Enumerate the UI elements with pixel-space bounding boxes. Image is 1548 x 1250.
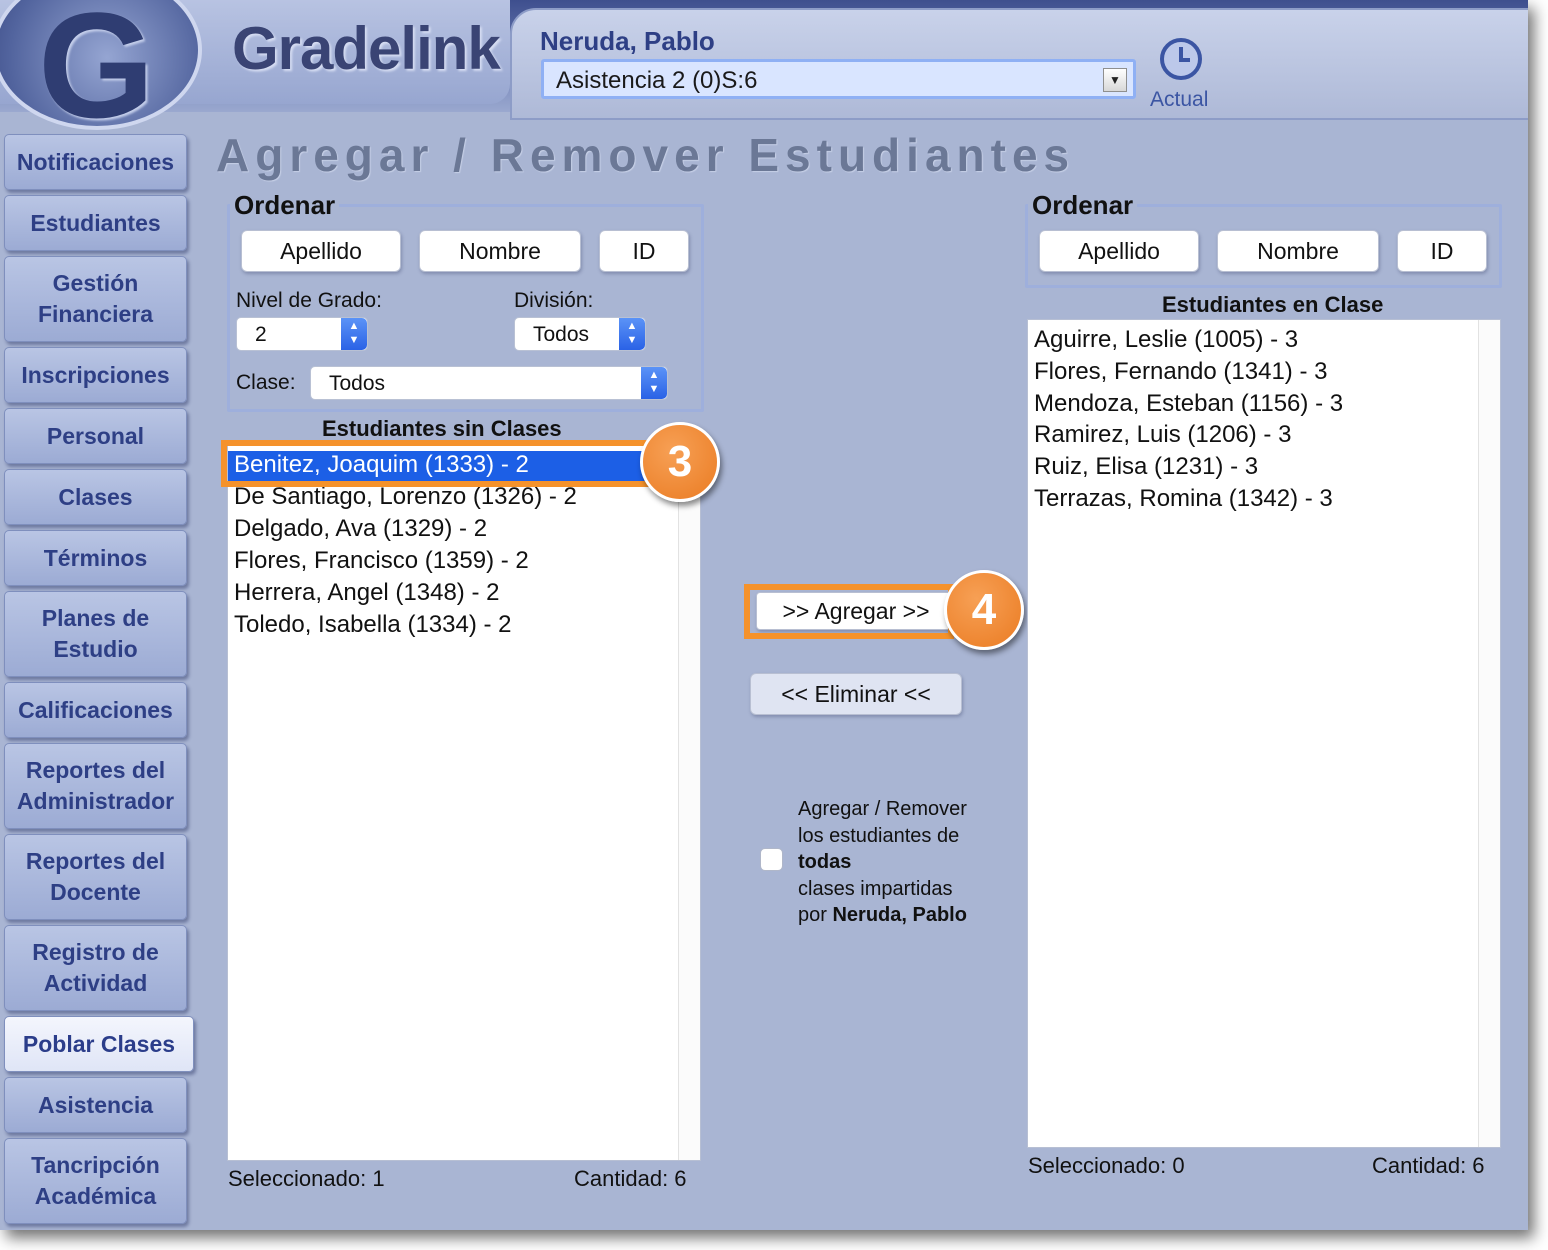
teacher-name: Neruda, Pablo — [540, 26, 715, 56]
sidebar-item-terminos[interactable]: Términos — [4, 530, 187, 586]
scrollbar[interactable] — [678, 443, 700, 1160]
sidebar-item-planes-de-estudio[interactable]: Planes de Estudio — [4, 591, 187, 677]
list-item[interactable]: Mendoza, Esteban (1156) - 3 — [1034, 390, 1343, 418]
unassigned-list-title: Estudiantes sin Clases — [322, 416, 562, 441]
left-sort-firstname-button[interactable]: Nombre — [419, 230, 581, 272]
division-select[interactable]: Todos ▲ ▼ — [514, 317, 646, 351]
brand-name: Gradelink — [232, 15, 501, 82]
current-button-label[interactable]: Actual — [1150, 88, 1208, 112]
unassigned-students-list[interactable]: Benitez, Joaquim (1333) - 2 De Santiago,… — [227, 442, 701, 1161]
list-item[interactable]: Delgado, Ava (1329) - 2 — [234, 515, 487, 543]
sidebar-item-personal[interactable]: Personal — [4, 408, 187, 464]
left-sort-id-button[interactable]: ID — [599, 230, 689, 272]
chevron-down-icon[interactable]: ▼ — [1103, 68, 1127, 92]
class-filter-label: Clase: — [236, 371, 296, 394]
stepper-icon: ▲ ▼ — [341, 318, 367, 350]
left-selected-count: Seleccionado: 1 — [228, 1166, 385, 1191]
right-sort-firstname-button[interactable]: Nombre — [1217, 230, 1379, 272]
list-item[interactable]: Aguirre, Leslie (1005) - 3 — [1034, 326, 1298, 354]
right-sort-legend: Ordenar — [1028, 190, 1138, 221]
clock-icon[interactable] — [1160, 38, 1202, 80]
list-item[interactable]: Flores, Francisco (1359) - 2 — [234, 547, 529, 575]
left-sort-lastname-button[interactable]: Apellido — [241, 230, 401, 272]
right-sort-id-button[interactable]: ID — [1397, 230, 1487, 272]
sidebar-item-notificaciones[interactable]: Notificaciones — [4, 134, 187, 190]
sidebar-item-reportes-docente[interactable]: Reportes del Docente — [4, 834, 187, 920]
list-item[interactable]: Toledo, Isabella (1334) - 2 — [234, 611, 512, 639]
left-sort-legend: Ordenar — [230, 190, 340, 221]
all-classes-label: Agregar / Remover los estudiantes de tod… — [798, 798, 967, 926]
division-value: Todos — [533, 323, 590, 346]
enrolled-students-list[interactable]: Aguirre, Leslie (1005) - 3 Flores, Ferna… — [1027, 319, 1501, 1148]
list-item[interactable]: Ruiz, Elisa (1231) - 3 — [1034, 453, 1258, 481]
page-title: Agregar / Remover Estudiantes — [216, 129, 1076, 181]
list-item[interactable]: Ramirez, Luis (1206) - 3 — [1034, 421, 1291, 449]
sidebar-item-reportes-administrador[interactable]: Reportes del Administrador — [4, 743, 187, 829]
logo-letter: G — [38, 0, 155, 149]
sidebar-item-asistencia[interactable]: Asistencia — [4, 1077, 187, 1133]
class-filter-select[interactable]: Todos ▲ ▼ — [310, 366, 668, 400]
list-item[interactable]: De Santiago, Lorenzo (1326) - 2 — [234, 483, 577, 511]
class-select[interactable]: Asistencia 2 (0)S:6 ▼ — [541, 59, 1136, 99]
remove-students-button[interactable]: << Eliminar << — [750, 673, 962, 715]
division-label: División: — [514, 289, 594, 312]
right-total-count: Cantidad: 6 — [1372, 1153, 1485, 1178]
sidebar-item-inscripciones[interactable]: Inscripciones — [4, 347, 187, 403]
highlight-step-4 — [744, 584, 954, 639]
stepper-icon: ▲ ▼ — [619, 318, 645, 350]
sidebar-item-estudiantes[interactable]: Estudiantes — [4, 195, 187, 251]
sidebar-item-transcripcion-academica[interactable]: Tancripción Académica — [4, 1138, 187, 1224]
scrollbar[interactable] — [1478, 320, 1500, 1147]
step-3-badge: 3 — [640, 422, 720, 502]
right-selected-count: Seleccionado: 0 — [1028, 1153, 1185, 1178]
sidebar-item-registro-actividad[interactable]: Registro de Actividad — [4, 925, 187, 1011]
step-4-badge: 4 — [944, 570, 1024, 650]
sidebar-item-gestion-financiera[interactable]: Gestión Financiera — [4, 256, 187, 342]
stepper-icon: ▲ ▼ — [641, 367, 667, 399]
list-item[interactable]: Flores, Fernando (1341) - 3 — [1034, 358, 1327, 386]
app-window: G Gradelink Neruda, Pablo Asistencia 2 (… — [0, 0, 1528, 1230]
grade-level-value: 2 — [255, 323, 267, 346]
list-item[interactable]: Terrazas, Romina (1342) - 3 — [1034, 485, 1333, 513]
sidebar-item-poblar-clases[interactable]: Poblar Clases — [4, 1016, 194, 1072]
enrolled-list-title: Estudiantes en Clase — [1162, 292, 1384, 317]
all-classes-checkbox[interactable] — [760, 848, 783, 871]
grade-level-label: Nivel de Grado: — [236, 289, 382, 312]
class-filter-value: Todos — [329, 372, 386, 395]
sidebar-item-clases[interactable]: Clases — [4, 469, 187, 525]
sidebar-item-calificaciones[interactable]: Calificaciones — [4, 682, 187, 738]
left-total-count: Cantidad: 6 — [574, 1166, 687, 1191]
highlight-step-3 — [221, 440, 661, 487]
class-select-value: Asistencia 2 (0)S:6 — [556, 67, 758, 94]
list-item[interactable]: Herrera, Angel (1348) - 2 — [234, 579, 499, 607]
grade-level-select[interactable]: 2 ▲ ▼ — [236, 317, 368, 351]
logo-panel: G Gradelink — [0, 0, 510, 140]
right-sort-lastname-button[interactable]: Apellido — [1039, 230, 1199, 272]
